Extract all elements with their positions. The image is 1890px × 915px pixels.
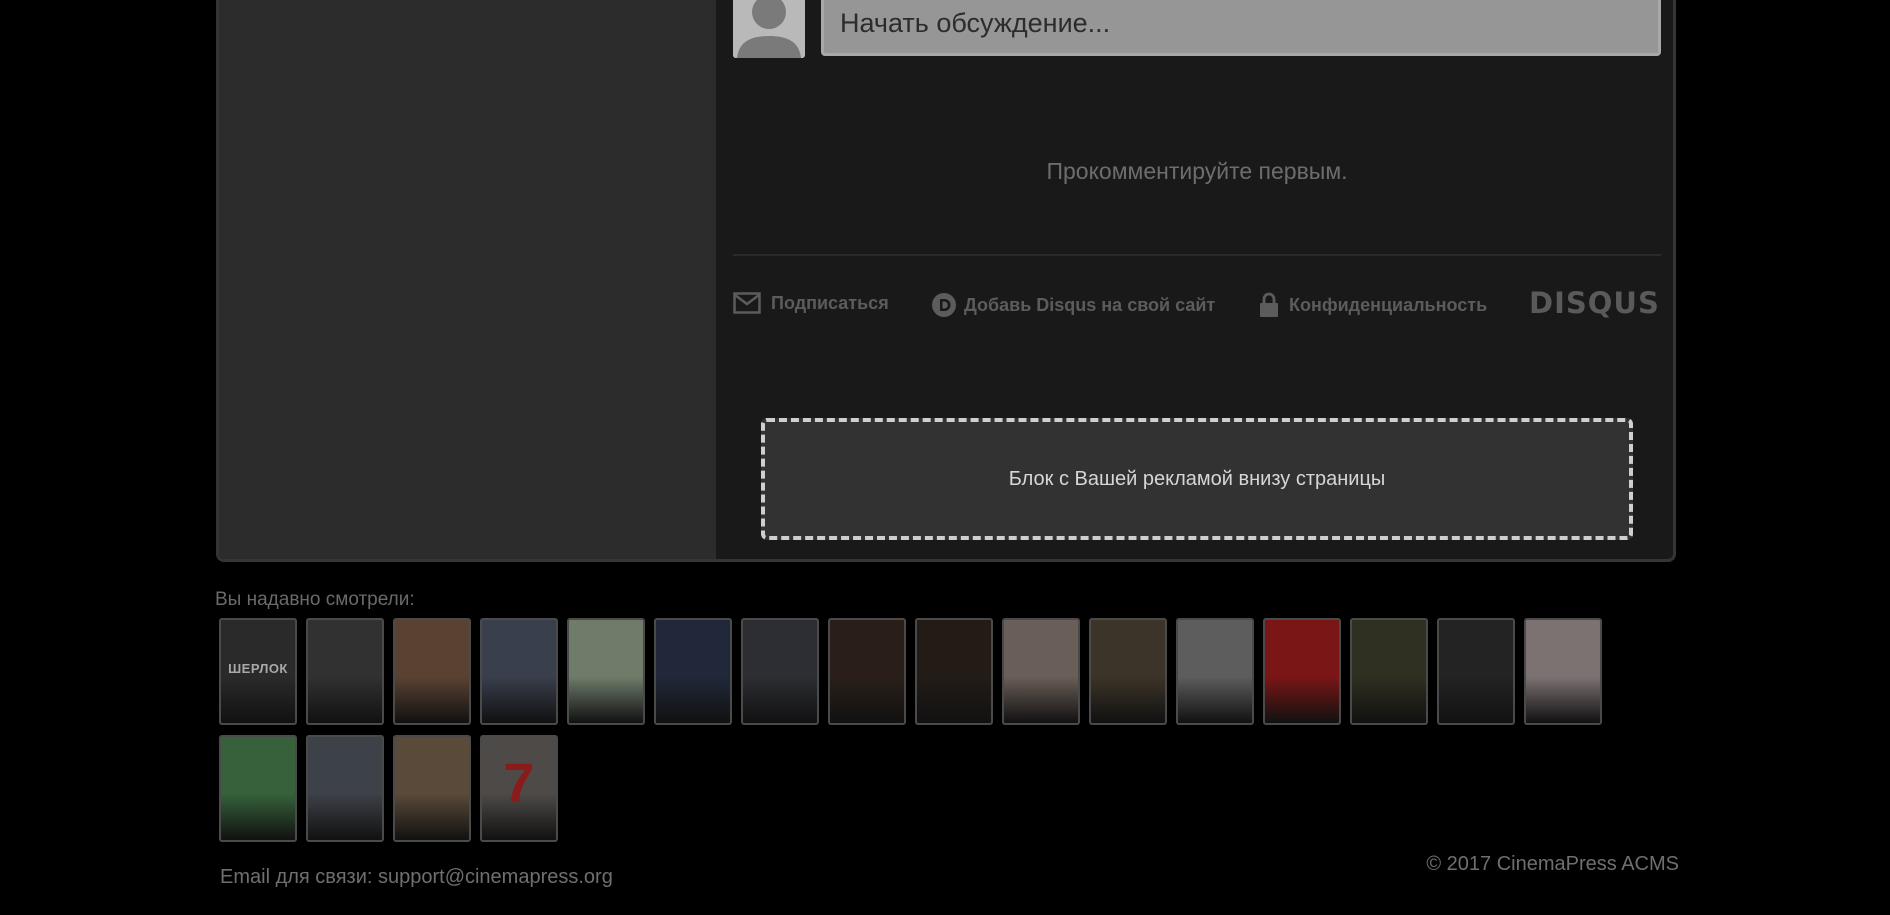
copyright: © 2017 CinemaPress ACMS: [1426, 853, 1679, 875]
lock-icon: [1259, 292, 1279, 318]
left-column: [219, 0, 716, 559]
comments-divider: [733, 254, 1661, 256]
empty-comments-message: Прокомментируйте первым.: [1046, 158, 1348, 184]
ad-block-text: Блок с Вашей рекламой внизу страницы: [1008, 467, 1386, 490]
poster-thumbnail[interactable]: [741, 618, 819, 725]
poster-title: ШЕРЛОК: [228, 661, 288, 676]
poster-thumbnail[interactable]: [1350, 618, 1428, 725]
recently-viewed-label: Вы надавно смотрели:: [215, 589, 415, 610]
ad-block: Блок с Вашей рекламой внизу страницы: [761, 418, 1633, 540]
discussion-input[interactable]: Начать обсуждение...: [821, 0, 1661, 56]
poster-thumbnail[interactable]: [393, 735, 471, 842]
poster-thumbnail[interactable]: [480, 618, 558, 725]
poster-thumbnail[interactable]: [567, 618, 645, 725]
poster-thumbnail[interactable]: [654, 618, 732, 725]
subscribe-link[interactable]: Подписаться: [733, 292, 889, 314]
poster-thumbnail[interactable]: [1176, 618, 1254, 725]
disqus-d-icon: [931, 292, 957, 318]
privacy-label: Конфиденциальность: [1289, 294, 1488, 315]
poster-thumbnail[interactable]: [393, 618, 471, 725]
poster-thumbnail[interactable]: ШЕРЛОК: [219, 618, 297, 725]
poster-thumbnail[interactable]: 7: [480, 735, 558, 842]
poster-title: 7: [503, 751, 535, 814]
poster-thumbnail[interactable]: [1524, 618, 1602, 725]
poster-thumbnail[interactable]: [1437, 618, 1515, 725]
poster-thumbnail[interactable]: [828, 618, 906, 725]
content-panel: Начать обсуждение... Прокомментируйте пе…: [216, 0, 1676, 562]
poster-thumbnail[interactable]: [1089, 618, 1167, 725]
envelope-icon: [733, 292, 761, 314]
poster-thumbnail[interactable]: [306, 618, 384, 725]
add-disqus-label: Добавь Disqus на свой сайт: [964, 294, 1216, 315]
user-avatar-icon: [733, 0, 805, 58]
poster-thumbnail[interactable]: [306, 735, 384, 842]
poster-thumbnail[interactable]: [1263, 618, 1341, 725]
poster-thumbnail[interactable]: [915, 618, 993, 725]
contact-email: Email для связи: support@cinemapress.org: [220, 866, 613, 888]
poster-thumbnail[interactable]: [1002, 618, 1080, 725]
subscribe-label: Подписаться: [771, 292, 889, 313]
poster-thumbnail[interactable]: [219, 735, 297, 842]
privacy-link[interactable]: Конфиденциальность: [1259, 292, 1487, 318]
add-disqus-link[interactable]: Добавь Disqus на свой сайт: [931, 292, 1215, 318]
disqus-logo[interactable]: DISQUS: [1529, 286, 1660, 320]
